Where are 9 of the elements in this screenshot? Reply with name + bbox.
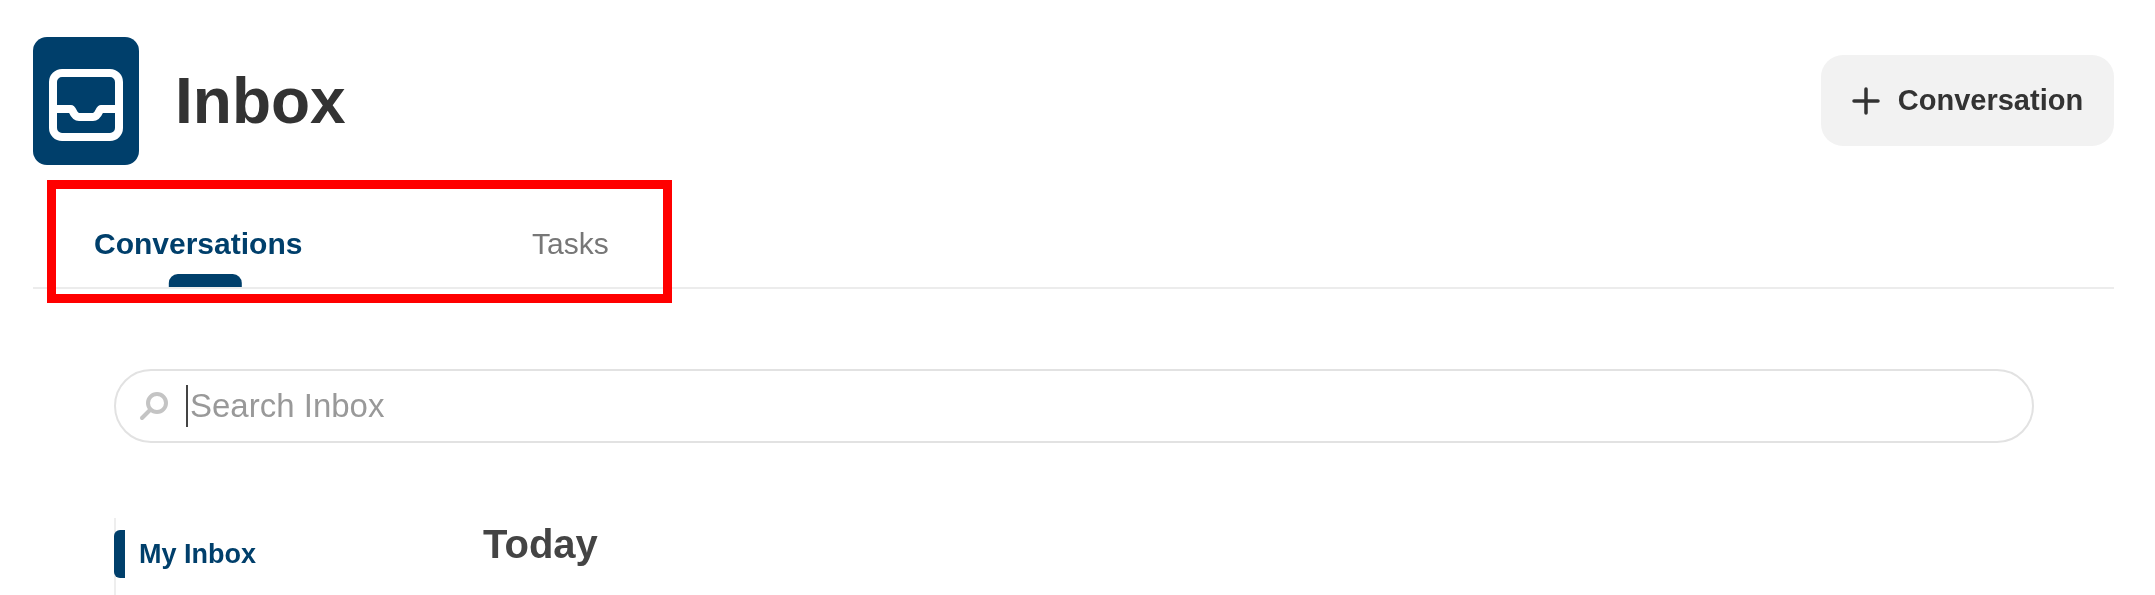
section-heading: Today: [483, 522, 598, 568]
search-field[interactable]: Search Inbox: [114, 369, 2034, 443]
new-conversation-button[interactable]: Conversation: [1821, 55, 2114, 146]
page-title: Inbox: [175, 64, 346, 138]
plus-icon: [1851, 86, 1880, 115]
inbox-icon: [33, 37, 139, 165]
sidebar-item[interactable]: My Inbox: [114, 530, 256, 578]
tab[interactable]: Tasks: [532, 201, 609, 287]
tab[interactable]: Conversations: [94, 201, 303, 287]
